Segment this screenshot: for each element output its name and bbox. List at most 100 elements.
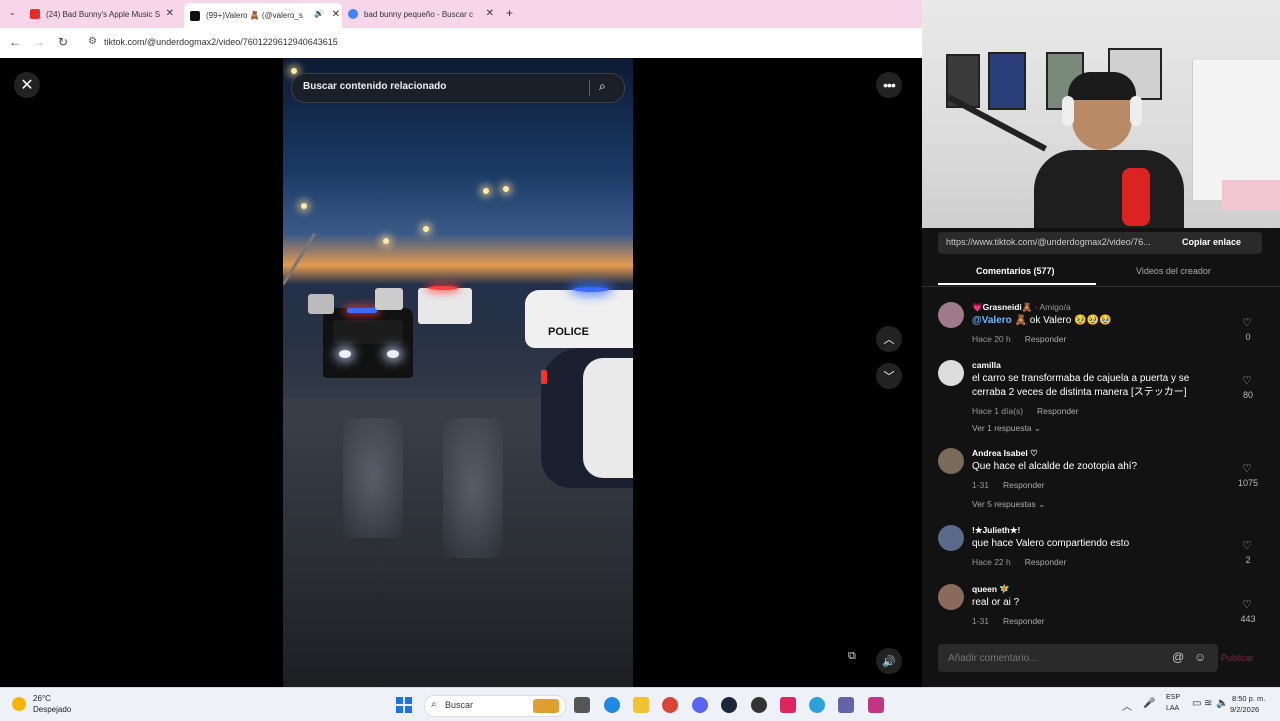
discord-icon[interactable] bbox=[692, 697, 708, 713]
teams-icon[interactable] bbox=[838, 697, 854, 713]
volume-icon[interactable]: 🔈 bbox=[1216, 698, 1228, 709]
forward-icon[interactable]: → bbox=[33, 35, 45, 49]
site-info-icon[interactable]: ⚙ bbox=[88, 36, 97, 47]
heart-icon[interactable]: ♡ bbox=[1242, 374, 1252, 387]
comment-text: que hace Valero compartiendo esto bbox=[972, 538, 1130, 549]
speaker-icon: 🔊 bbox=[882, 655, 896, 668]
related-search-box[interactable]: Buscar contenido relacionado ⌕ bbox=[291, 73, 625, 103]
comment-meta: Hace 22 h Responder bbox=[972, 557, 1066, 567]
comment-author[interactable]: queen 🧚 bbox=[972, 584, 1010, 595]
copy-link-button[interactable]: Copiar enlace bbox=[1182, 237, 1241, 247]
comment-author[interactable]: Andrea Isabel ♡ bbox=[972, 448, 1038, 459]
reply-button[interactable]: Responder bbox=[1003, 480, 1045, 490]
close-button[interactable]: ✕ bbox=[14, 72, 40, 98]
heart-icon[interactable]: ♡ bbox=[1242, 598, 1252, 611]
obs-icon[interactable] bbox=[751, 697, 767, 713]
reload-icon[interactable]: ↻ bbox=[58, 35, 68, 49]
back-icon[interactable]: ← bbox=[9, 35, 21, 49]
like-count: 443 bbox=[1240, 614, 1256, 624]
reply-button[interactable]: Responder bbox=[1025, 557, 1067, 567]
reply-button[interactable]: Responder bbox=[1025, 334, 1067, 344]
edge-icon[interactable] bbox=[604, 697, 620, 713]
windows-logo-icon bbox=[405, 706, 412, 713]
start-button[interactable] bbox=[396, 697, 412, 713]
microphone-icon[interactable]: 🎤 bbox=[1143, 698, 1155, 709]
picture-in-picture-icon[interactable]: ⧉ bbox=[848, 650, 856, 663]
tab-creator-videos[interactable]: Videos del creador bbox=[1136, 266, 1211, 276]
task-view-icon[interactable] bbox=[574, 697, 590, 713]
police-car-door bbox=[583, 358, 633, 478]
tab-youtube[interactable]: (24) Bad Bunny's Apple Music S ✕ bbox=[30, 4, 176, 24]
avatar[interactable] bbox=[938, 584, 964, 610]
browser-tab-bar: ⌄ (24) Bad Bunny's Apple Music S ✕ (99+)… bbox=[0, 0, 922, 28]
taskbar-search[interactable]: ⌕ Buscar bbox=[424, 695, 566, 717]
video-frame[interactable]: POLICE Buscar contenido relacionado ⌕ bbox=[283, 58, 633, 687]
guard-rail bbox=[283, 232, 317, 286]
previous-video-button[interactable]: ︿ bbox=[876, 326, 902, 352]
reply-button[interactable]: Responder bbox=[1003, 616, 1045, 626]
more-options-button[interactable]: ••• bbox=[876, 72, 902, 98]
share-link-text[interactable]: https://www.tiktok.com/@underdogmax2/vid… bbox=[946, 237, 1151, 247]
kitchen-cabinet bbox=[1192, 60, 1280, 200]
close-tab-icon[interactable]: ✕ bbox=[486, 8, 494, 19]
comment-time: 1-31 bbox=[972, 616, 990, 626]
heart-icon[interactable]: ♡ bbox=[1242, 462, 1252, 475]
view-replies-button[interactable]: Ver 1 respuesta ⌄ bbox=[972, 423, 1041, 434]
instagram-icon[interactable] bbox=[868, 697, 884, 713]
like-count: 1075 bbox=[1237, 478, 1259, 488]
publish-button[interactable]: Publicar bbox=[1221, 653, 1254, 663]
police-car-text: POLICE bbox=[548, 326, 589, 338]
related-search-input[interactable]: Buscar contenido relacionado bbox=[303, 81, 446, 92]
volume-button[interactable]: 🔊 bbox=[876, 648, 902, 674]
tray-chevron-icon[interactable]: ︿ bbox=[1122, 698, 1132, 713]
tab-tiktok[interactable]: (99+)Valero 🧸 (@valero_s 🔊 ✕ bbox=[184, 3, 342, 28]
chrome-icon[interactable] bbox=[662, 697, 678, 713]
comment-input[interactable] bbox=[946, 652, 1160, 665]
tab-list-chevron-icon[interactable]: ⌄ bbox=[9, 8, 16, 17]
clock-time[interactable]: 8:50 p. m. bbox=[1232, 694, 1265, 703]
weather-description[interactable]: Despejado bbox=[33, 705, 71, 714]
search-divider bbox=[589, 80, 590, 96]
telegram-icon[interactable] bbox=[809, 697, 825, 713]
heart-icon[interactable]: ♡ bbox=[1242, 539, 1252, 552]
heart-icon[interactable]: ♡ bbox=[1242, 316, 1252, 329]
avatar[interactable] bbox=[938, 525, 964, 551]
weather-temperature[interactable]: 26°C bbox=[33, 694, 51, 703]
avatar[interactable] bbox=[938, 302, 964, 328]
capcut-icon[interactable] bbox=[780, 697, 796, 713]
search-icon[interactable]: ⌕ bbox=[599, 79, 606, 94]
wifi-icon[interactable]: ≋ bbox=[1204, 698, 1212, 709]
avatar[interactable] bbox=[938, 448, 964, 474]
keyboard-layout[interactable]: LAA bbox=[1166, 705, 1179, 712]
reply-button[interactable]: Responder bbox=[1037, 406, 1079, 416]
avatar[interactable] bbox=[938, 360, 964, 386]
next-video-button[interactable]: ﹀ bbox=[876, 363, 902, 389]
url-text[interactable]: tiktok.com/@underdogmax2/video/760122961… bbox=[104, 37, 338, 47]
tab-audio-icon[interactable]: 🔊 bbox=[314, 9, 324, 18]
comment-time: Hace 1 día(s) bbox=[972, 406, 1024, 416]
police-car-door bbox=[333, 320, 403, 344]
tab-comments[interactable]: Comentarios (577) bbox=[976, 266, 1055, 276]
comment-item: Andrea Isabel ♡ Que hace el alcalde de z… bbox=[938, 448, 1268, 518]
streamer-body bbox=[1034, 150, 1184, 228]
close-tab-icon[interactable]: ✕ bbox=[166, 8, 174, 19]
steam-icon[interactable] bbox=[721, 697, 737, 713]
clock-date[interactable]: 9/2/2026 bbox=[1230, 705, 1259, 714]
new-tab-icon[interactable]: + bbox=[506, 6, 513, 20]
emoji-icon[interactable]: ☺ bbox=[1194, 650, 1206, 664]
mention-icon[interactable]: @ bbox=[1172, 650, 1184, 664]
comment-mention[interactable]: @Valero 🧸 bbox=[972, 315, 1027, 326]
comment-item: camilla el carro se transformaba de caju… bbox=[938, 360, 1268, 440]
language-indicator[interactable]: ESP bbox=[1166, 694, 1180, 701]
comment-author[interactable]: !★Julieth★! bbox=[972, 525, 1020, 536]
shelf bbox=[1222, 180, 1280, 210]
tab-google[interactable]: bad bunny pequeño - Buscar c ✕ bbox=[348, 4, 496, 24]
comment-author-name: 💗Grasneidi🧸 bbox=[972, 302, 1033, 312]
comment-author[interactable]: 💗Grasneidi🧸 · Amigo/a bbox=[972, 302, 1071, 313]
close-tab-icon[interactable]: ✕ bbox=[332, 9, 340, 20]
weather-sun-icon[interactable] bbox=[12, 697, 26, 711]
file-explorer-icon[interactable] bbox=[633, 697, 649, 713]
view-replies-button[interactable]: Ver 5 respuestas ⌄ bbox=[972, 499, 1045, 510]
comment-author[interactable]: camilla bbox=[972, 360, 1001, 370]
display-icon[interactable]: ▭ bbox=[1192, 698, 1201, 709]
